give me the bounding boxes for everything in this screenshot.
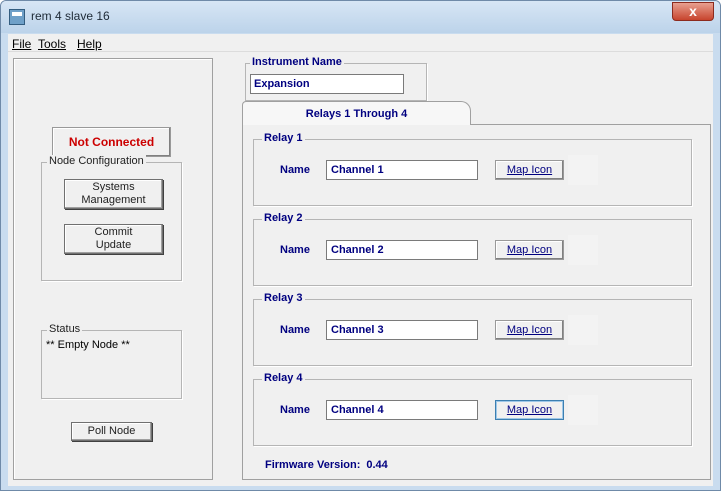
menu-tools[interactable]: Tools	[38, 37, 66, 51]
app-icon	[9, 9, 25, 25]
title-bar[interactable]: rem 4 slave 16 x	[1, 1, 720, 33]
map-icon-button-1[interactable]: Map Icon	[495, 160, 564, 180]
relay-title: Relay 1	[262, 132, 305, 144]
relay-icon-slot	[568, 235, 598, 265]
app-window: rem 4 slave 16 x File Tools Help Not Con…	[0, 0, 721, 491]
firmware-version: Firmware Version: 0.44	[265, 459, 388, 471]
relays-tab-panel: Relay 1 Name Channel 1 Map Icon Relay 2 …	[242, 124, 711, 480]
relay-group-3: Relay 3 Name Channel 3 Map Icon	[253, 292, 692, 366]
relay-icon-slot	[568, 395, 598, 425]
relay-name-input-1[interactable]: Channel 1	[326, 160, 478, 180]
relay-group-4: Relay 4 Name Channel 4 Map Icon	[253, 372, 692, 446]
relay-name-input-3[interactable]: Channel 3	[326, 320, 478, 340]
status-text: ** Empty Node **	[46, 339, 130, 351]
relay-title: Relay 4	[262, 372, 305, 384]
map-icon-button-2[interactable]: Map Icon	[495, 240, 564, 260]
client-area: File Tools Help Not Connected Node Confi…	[8, 34, 713, 486]
relay-name-input-4[interactable]: Channel 4	[326, 400, 478, 420]
name-label: Name	[280, 164, 310, 176]
name-label: Name	[280, 324, 310, 336]
node-configuration-label: Node Configuration	[47, 155, 146, 167]
left-panel: Not Connected Node Configuration Systems…	[13, 58, 213, 480]
name-label: Name	[280, 404, 310, 416]
tab-relays-1-through-4[interactable]: Relays 1 Through 4	[242, 101, 471, 125]
menu-file[interactable]: File	[12, 37, 31, 51]
map-icon-button-4[interactable]: Map Icon	[495, 400, 564, 420]
instrument-name-input[interactable]: Expansion	[250, 74, 404, 94]
menu-bar: File Tools Help	[8, 34, 713, 52]
relay-icon-slot	[568, 315, 598, 345]
firmware-label: Firmware Version:	[265, 459, 361, 471]
firmware-value: 0.44	[366, 459, 388, 471]
systems-management-button[interactable]: Systems Management	[64, 179, 163, 209]
relay-icon-slot	[568, 155, 598, 185]
node-configuration-group: Node Configuration Systems Management Co…	[41, 155, 182, 281]
map-icon-button-3[interactable]: Map Icon	[495, 320, 564, 340]
window-title: rem 4 slave 16	[31, 9, 110, 23]
poll-node-button[interactable]: Poll Node	[71, 422, 152, 441]
relay-group-2: Relay 2 Name Channel 2 Map Icon	[253, 212, 692, 286]
relay-group-1: Relay 1 Name Channel 1 Map Icon	[253, 132, 692, 206]
menu-help[interactable]: Help	[77, 37, 102, 51]
status-label: Status	[47, 323, 83, 335]
close-button[interactable]: x	[672, 2, 714, 21]
status-group: Status ** Empty Node **	[41, 323, 182, 399]
relay-title: Relay 3	[262, 292, 305, 304]
instrument-name-group: Instrument Name Expansion	[245, 56, 427, 101]
relay-name-input-2[interactable]: Channel 2	[326, 240, 478, 260]
relay-title: Relay 2	[262, 212, 305, 224]
commit-update-button[interactable]: Commit Update	[64, 224, 163, 254]
name-label: Name	[280, 244, 310, 256]
connection-status: Not Connected	[52, 127, 171, 157]
instrument-name-label: Instrument Name	[250, 56, 344, 68]
